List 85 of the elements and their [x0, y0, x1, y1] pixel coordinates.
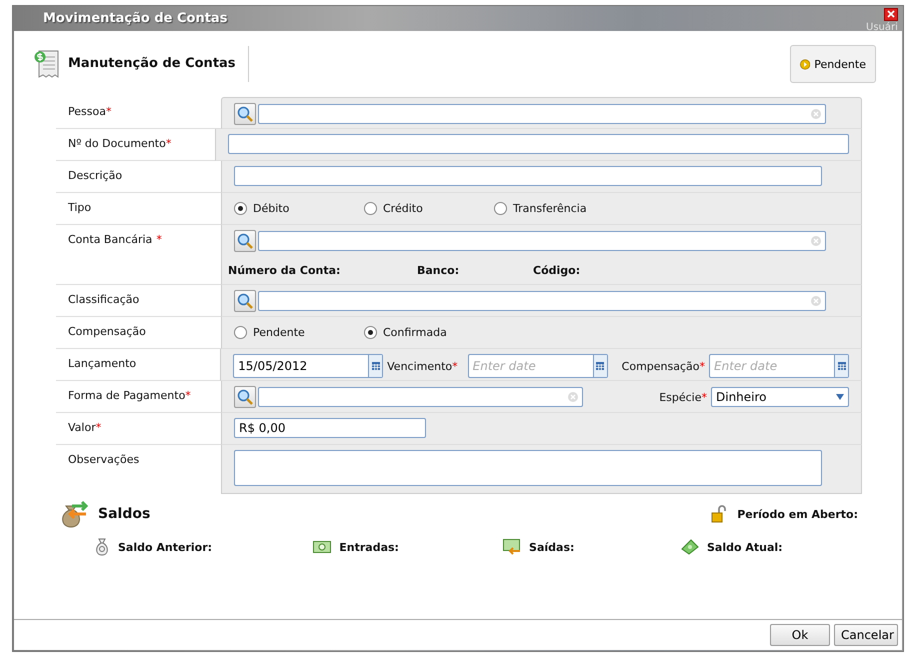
text-field[interactable]: R$ 0,00: [234, 418, 426, 438]
field-label: Pessoa: [68, 105, 106, 118]
balance-label: Entradas:: [339, 540, 399, 554]
lookup-field[interactable]: [258, 387, 583, 407]
lookup-field[interactable]: [258, 104, 826, 124]
date-input[interactable]: Enter date: [468, 355, 593, 377]
cash-icon: [681, 539, 699, 555]
field-label: Conta Bancária: [68, 233, 152, 246]
close-icon: [887, 10, 895, 18]
balance-label: Saldo Anterior:: [118, 540, 212, 554]
period-label: Período em Aberto:: [737, 508, 858, 520]
search-button[interactable]: [234, 230, 256, 252]
ok-button[interactable]: Ok: [770, 624, 830, 646]
radio-option[interactable]: Transferência: [494, 202, 624, 214]
search-button[interactable]: [234, 103, 256, 125]
field-label: Compensação: [622, 360, 700, 372]
required-mark: *: [702, 390, 707, 404]
cancel-button[interactable]: Cancelar: [834, 624, 898, 646]
balances-title: Saldos: [98, 506, 150, 522]
search-button[interactable]: [234, 386, 256, 408]
calendar-button[interactable]: [368, 355, 382, 377]
required-mark: *: [106, 105, 112, 118]
radio-button[interactable]: [364, 202, 377, 214]
field-label: Observações: [68, 453, 140, 466]
radio-button[interactable]: [494, 202, 507, 214]
section-title: Manutenção de Contas: [68, 46, 249, 82]
radio-option[interactable]: Pendente: [234, 326, 364, 338]
search-icon: [237, 106, 253, 122]
banknote-arrow-icon: [503, 539, 522, 555]
date-field[interactable]: Enter date: [709, 354, 849, 378]
field-label: Classificação: [68, 293, 140, 306]
field-label: Espécie: [659, 390, 702, 404]
banknote-icon: [313, 541, 332, 553]
account-detail-label: Código:: [533, 264, 580, 277]
calendar-button[interactable]: [834, 355, 848, 377]
padlock-icon: [711, 505, 728, 523]
receipt-icon: [34, 49, 60, 79]
notes-field[interactable]: [234, 450, 822, 486]
required-mark: *: [185, 389, 191, 402]
required-mark: *: [452, 360, 458, 372]
date-field[interactable]: 15/05/2012: [233, 354, 384, 378]
field-label: Lançamento: [68, 357, 136, 370]
date-input[interactable]: Enter date: [710, 355, 834, 377]
field-label: Forma de Pagamento: [68, 389, 186, 402]
calendar-button[interactable]: [592, 355, 607, 377]
search-button[interactable]: [234, 290, 256, 312]
status-button[interactable]: Pendente: [790, 45, 876, 83]
search-icon: [237, 293, 253, 309]
radio-option[interactable]: Confirmada: [364, 326, 494, 338]
radio-button[interactable]: [234, 326, 247, 338]
calendar-icon: [838, 362, 846, 370]
search-icon: [237, 233, 253, 249]
lookup-field[interactable]: [258, 291, 826, 311]
radio-option[interactable]: Débito: [234, 202, 364, 214]
text-field[interactable]: [234, 166, 822, 186]
close-button[interactable]: [884, 8, 898, 21]
window-title: Movimentação de Contas: [43, 11, 228, 26]
text-field[interactable]: [228, 134, 849, 154]
balance-label: Saldo Atual:: [707, 540, 783, 554]
calendar-icon: [596, 362, 604, 370]
balance-label: Saídas:: [529, 540, 574, 554]
field-label: Tipo: [68, 201, 92, 214]
search-icon: [237, 389, 253, 405]
money-bag-icon: [94, 538, 110, 556]
field-label: Vencimento: [387, 360, 452, 372]
play-icon: [800, 56, 810, 72]
species-dropdown[interactable]: Dinheiro: [711, 387, 849, 407]
required-mark: *: [166, 137, 172, 150]
radio-option[interactable]: Crédito: [364, 202, 494, 214]
radio-button[interactable]: [364, 326, 377, 338]
required-mark: *: [156, 233, 162, 246]
date-field[interactable]: Enter date: [468, 354, 608, 378]
field-label: Descrição: [68, 169, 122, 182]
field-label: Valor: [68, 421, 96, 434]
account-detail-label: Banco:: [417, 264, 460, 277]
date-input[interactable]: 15/05/2012: [234, 355, 368, 377]
lookup-field[interactable]: [258, 231, 826, 251]
calendar-icon: [372, 362, 380, 370]
required-mark: *: [96, 421, 102, 434]
field-label: Compensação: [68, 325, 146, 338]
field-label: Nº do Documento: [68, 137, 166, 150]
required-mark: *: [700, 360, 705, 372]
caret-icon: [836, 394, 844, 400]
account-detail-label: Número da Conta:: [228, 264, 340, 277]
radio-button[interactable]: [234, 202, 247, 214]
